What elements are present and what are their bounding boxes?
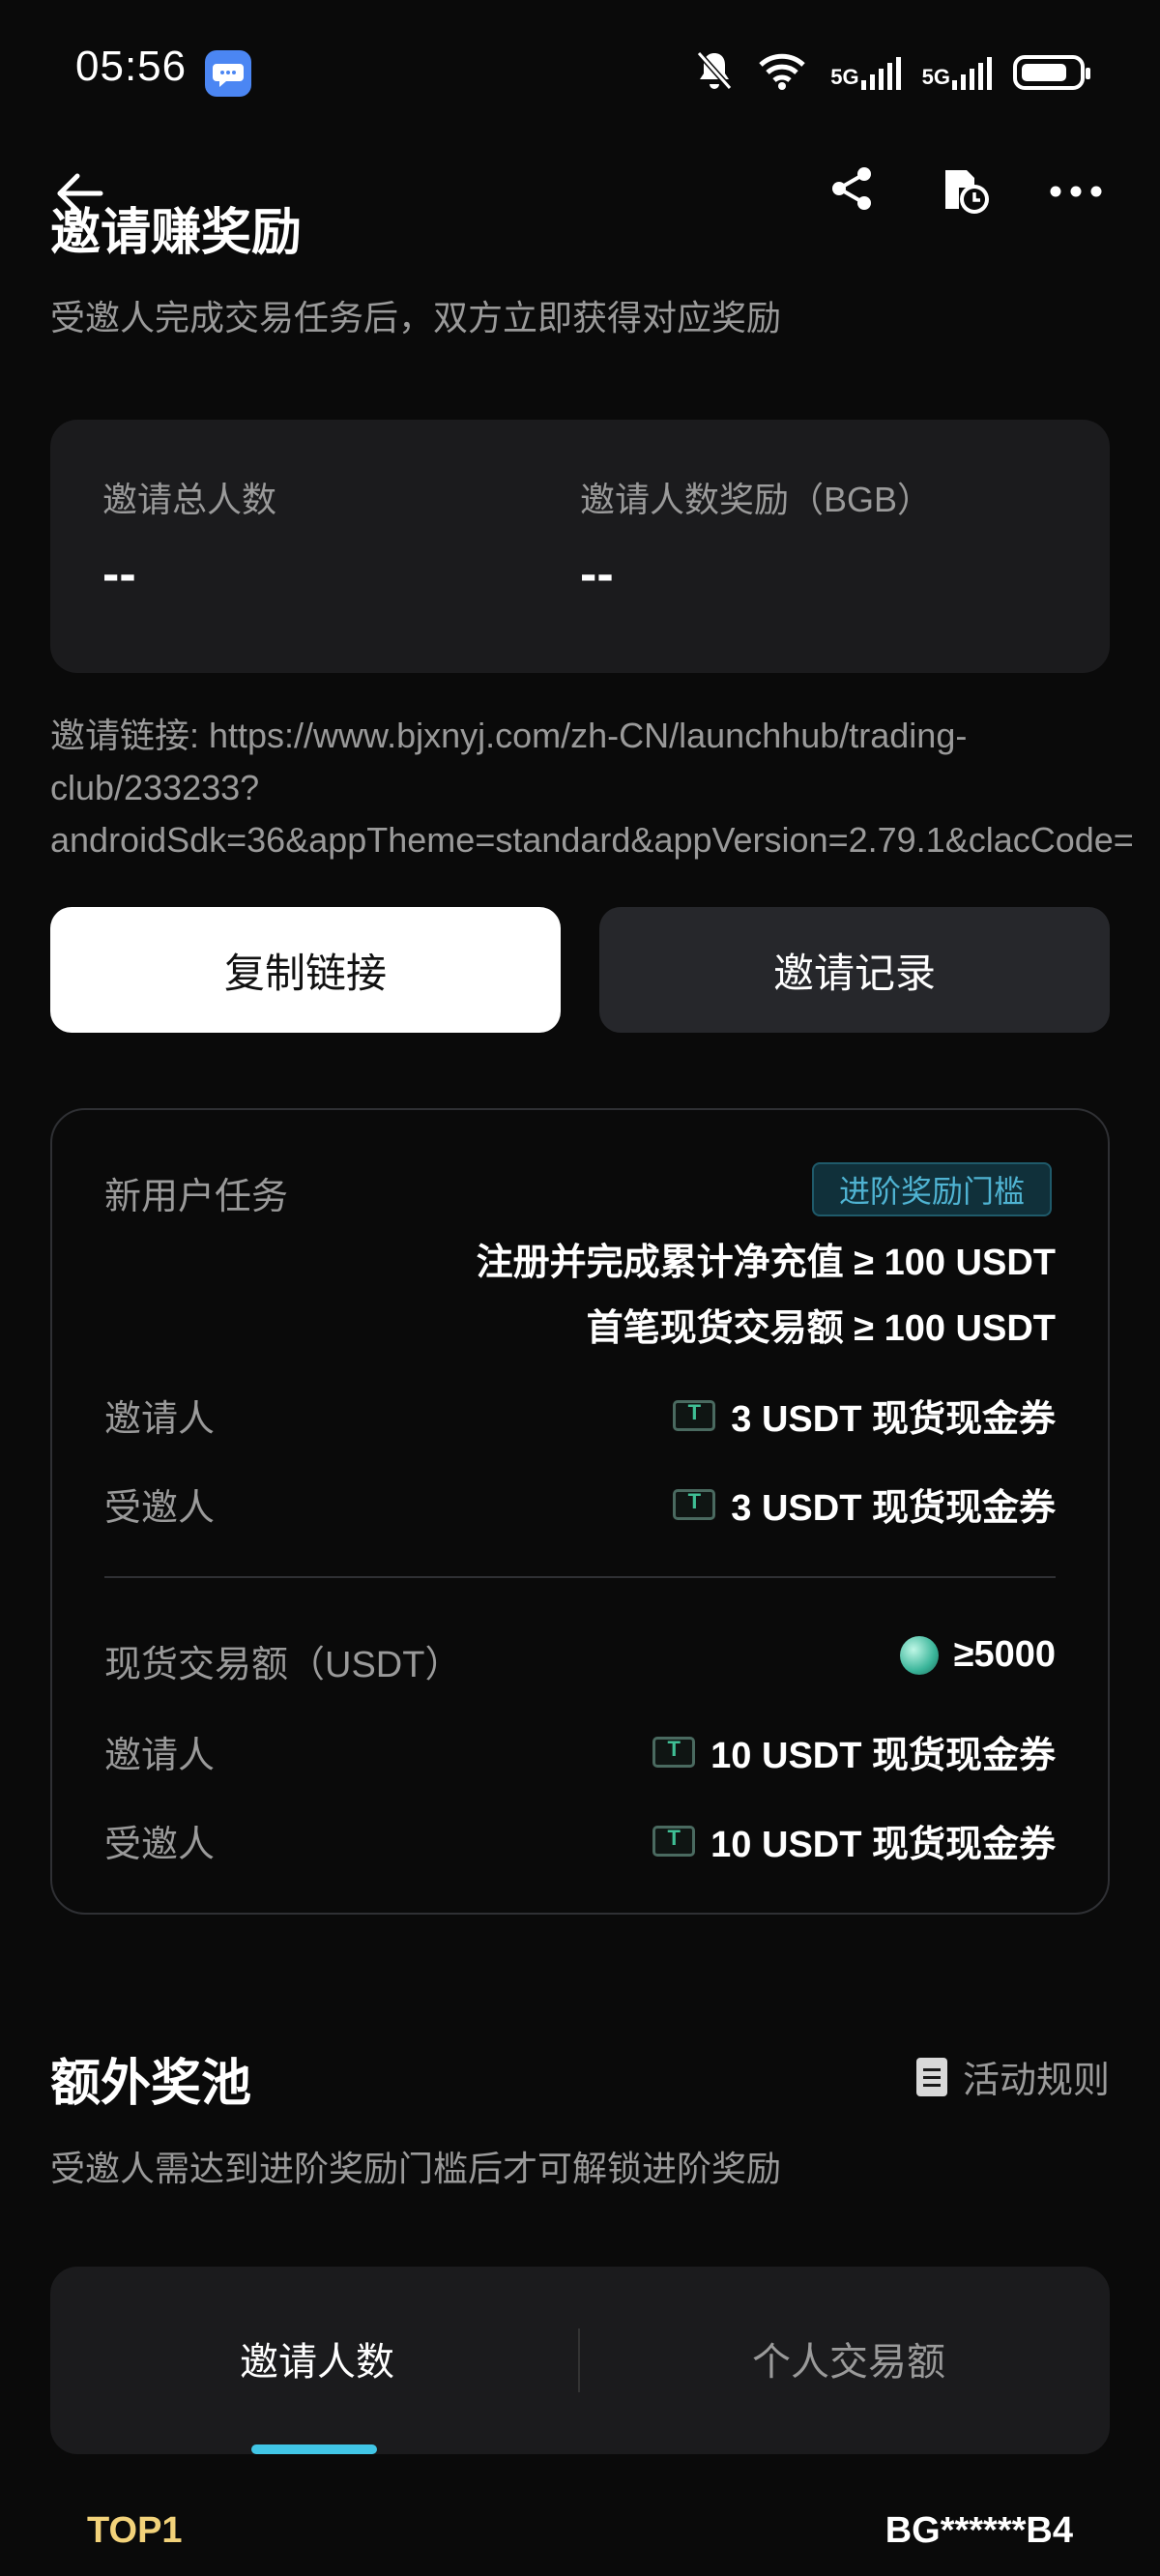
rank-label: TOP1 xyxy=(87,2510,183,2551)
total-invites-label: 邀请总人数 xyxy=(102,480,277,519)
invite-reward-label: 邀请人数奖励（BGB） xyxy=(580,480,933,519)
extra-pool-title: 额外奖池 xyxy=(50,2056,252,2112)
invitee-reward-value-2: 10 USDT 现货现金券 xyxy=(710,1825,1056,1865)
status-time: 05:56 xyxy=(75,43,188,90)
history-document-icon[interactable] xyxy=(938,162,994,219)
invitee-label: 受邀人 xyxy=(104,1488,216,1529)
total-invites-value: -- xyxy=(102,546,136,602)
coupon-icon xyxy=(652,1825,696,1857)
inviter-label: 邀请人 xyxy=(104,1399,216,1440)
spot-volume: ≥5000 xyxy=(899,1634,1056,1676)
task-condition-2: 首笔现货交易额 ≥ 100 USDT xyxy=(586,1308,1056,1349)
inviter-reward-value-2: 10 USDT 现货现金券 xyxy=(710,1736,1056,1776)
tab-personal-volume[interactable]: 个人交易额 xyxy=(752,2330,945,2386)
page-subtitle: 受邀人完成交易任务后，双方立即获得对应奖励 xyxy=(50,298,782,337)
active-tab-indicator xyxy=(251,2444,377,2454)
task-condition-1: 注册并完成累计净充值 ≥ 100 USDT xyxy=(476,1243,1056,1283)
coupon-icon xyxy=(673,1488,716,1520)
more-options-icon[interactable] xyxy=(1046,162,1106,215)
threshold-badge: 进阶奖励门槛 xyxy=(812,1162,1053,1216)
share-icon[interactable] xyxy=(826,162,878,215)
signal-1-icon: 5G xyxy=(830,55,901,90)
invitee-reward-2: 10 USDT 现货现金券 xyxy=(652,1814,1056,1867)
coupon-icon xyxy=(652,1736,696,1768)
tab-invite-count[interactable]: 邀请人数 xyxy=(240,2330,394,2386)
net-type-1: 5G xyxy=(830,65,859,89)
invite-record-button[interactable]: 邀请记录 xyxy=(599,907,1110,1033)
invite-link-text: 邀请链接: https://www.bjxnyj.com/zh-CN/launc… xyxy=(50,716,1134,860)
page-title: 邀请赚奖励 xyxy=(50,205,303,261)
battery-icon xyxy=(1013,55,1090,90)
message-app-icon xyxy=(205,50,251,97)
rank-user: BG******B4 xyxy=(884,2510,1073,2551)
invitee-reward: 3 USDT 现货现金券 xyxy=(673,1478,1056,1531)
status-icons: 5G 5G xyxy=(695,48,1090,97)
inviter-reward-value: 3 USDT 现货现金券 xyxy=(731,1399,1056,1440)
invite-reward-value: -- xyxy=(580,546,614,602)
copy-link-button[interactable]: 复制链接 xyxy=(50,907,561,1033)
extra-pool-description: 受邀人需达到进阶奖励门槛后才可解锁进阶奖励 xyxy=(50,2149,782,2188)
task-title: 新用户任务 xyxy=(104,1177,289,1217)
divider xyxy=(104,1576,1056,1578)
coupon-icon xyxy=(673,1399,716,1431)
invitee-reward-value: 3 USDT 现货现金券 xyxy=(731,1488,1056,1529)
mute-bell-icon xyxy=(695,49,734,97)
net-type-2: 5G xyxy=(921,65,950,89)
spot-volume-label: 现货交易额（USDT） xyxy=(104,1645,462,1685)
signal-2-icon: 5G xyxy=(922,55,992,90)
ranking-tabs xyxy=(50,2267,1110,2454)
spot-volume-value: ≥5000 xyxy=(953,1634,1056,1675)
inviter-reward: 3 USDT 现货现金券 xyxy=(673,1389,1056,1442)
invitee-label-2: 受邀人 xyxy=(104,1825,216,1865)
inviter-label-2: 邀请人 xyxy=(104,1736,216,1776)
activity-rules-label: 活动规则 xyxy=(962,2061,1110,2101)
tab-divider xyxy=(578,2328,580,2392)
activity-rules-link[interactable]: 活动规则 xyxy=(915,2050,1110,2103)
inviter-reward-2: 10 USDT 现货现金券 xyxy=(652,1725,1056,1778)
wifi-icon xyxy=(755,49,809,97)
document-icon xyxy=(915,2057,947,2096)
token-gem-icon xyxy=(899,1635,939,1675)
